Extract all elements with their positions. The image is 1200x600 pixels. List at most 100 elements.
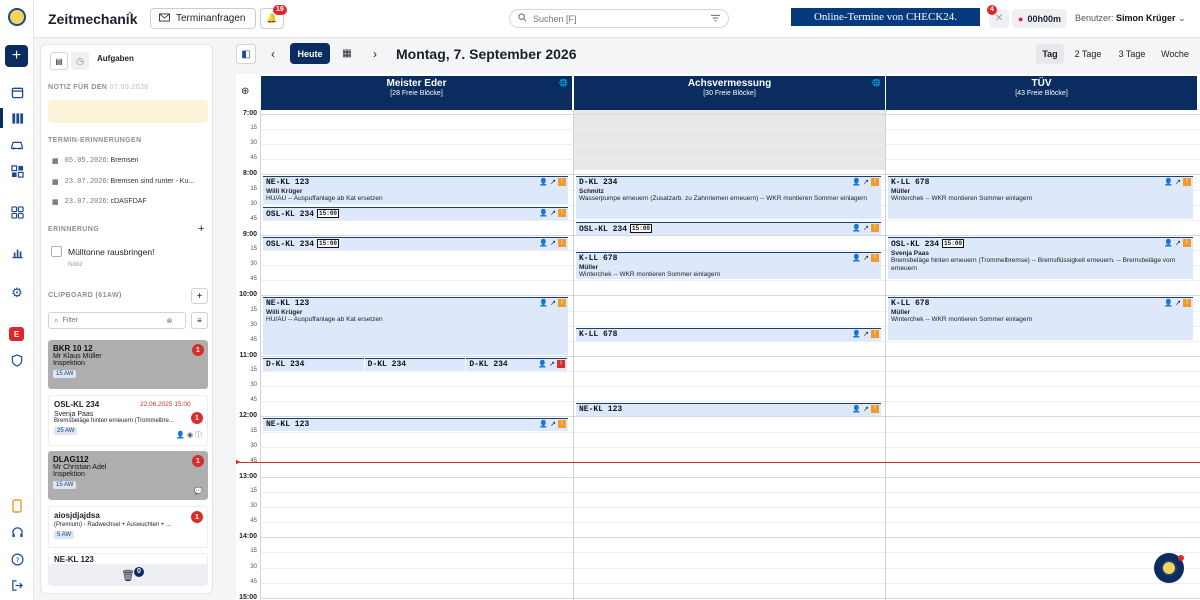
- help-icon[interactable]: ?: [7, 549, 27, 569]
- appointment[interactable]: NE-KL 123 Willi Krüger HU/AU -- Auspuffanl…: [263, 297, 568, 355]
- card-count-badge: 1: [192, 455, 204, 467]
- share-icon: ↗: [1175, 179, 1181, 187]
- time-label: 30: [250, 140, 257, 147]
- appointment[interactable]: D-KL 234 Schmitz Wasserpumpe erneuern (Zus…: [576, 176, 881, 219]
- search-field[interactable]: [509, 9, 729, 28]
- time-badge: 15:00: [317, 238, 340, 248]
- planner-columns-icon[interactable]: [7, 108, 27, 128]
- date-picker-icon[interactable]: ▦: [339, 45, 355, 61]
- search-icon: ⌕: [54, 315, 59, 325]
- appointment[interactable]: K-LL 678 Müller Winterchek -- WKR montiere…: [888, 297, 1193, 340]
- statistics-icon[interactable]: [7, 242, 27, 262]
- globe-icon[interactable]: 🌐: [559, 79, 568, 87]
- appointment[interactable]: K-LL 678 👤 ↗!: [576, 327, 881, 341]
- next-day-button[interactable]: ›: [366, 45, 384, 63]
- clipboard-card[interactable]: aiosjdjajdsa (Premium) - Radwechsel + Au…: [48, 506, 208, 548]
- trash-dropzone[interactable]: 🗑 0: [48, 564, 208, 586]
- toggle-sidebar-button[interactable]: ◧: [236, 44, 256, 64]
- search-input[interactable]: [533, 13, 705, 24]
- appointment[interactable]: K-LL 678 Müller Winterchek -- WKR montiere…: [888, 176, 1193, 219]
- user-menu[interactable]: Benutzer: Simon Krüger ⌄: [1075, 13, 1186, 24]
- appointment[interactable]: D-KL 234: [364, 357, 466, 371]
- appointment[interactable]: NE-KL 123 👤 ↗!: [576, 403, 881, 417]
- tasks-tab-label[interactable]: Aufgaben: [97, 54, 134, 63]
- appointment[interactable]: OSL-KL 234 15:00 👤 ↗!: [576, 221, 881, 235]
- note-header: NOTIZ FÜR DEN 07.09.2026: [48, 84, 149, 91]
- appointment[interactable]: NE-KL 123 Willi Krüger HU/AU -- Auspuffanl…: [263, 176, 568, 204]
- resource-column-header[interactable]: Achsvermessung [30 Freie Blöcke] 🌐: [574, 76, 885, 110]
- share-icon: ↗: [550, 209, 556, 217]
- add-clipboard-button[interactable]: +: [191, 288, 208, 304]
- workshop-name[interactable]: Zeitmechanik: [48, 11, 137, 27]
- appointment-status-icons: 👤 ↗!: [539, 178, 566, 187]
- headset-icon[interactable]: [7, 522, 27, 542]
- settings-gear-icon[interactable]: ⚙: [7, 283, 27, 303]
- clipboard-card[interactable]: DLAG112 Mr Christian Adel Inspektion 15 …: [48, 451, 208, 500]
- share-icon: ↗: [863, 255, 869, 263]
- appointment-status-icons: 👤 ↗!: [852, 329, 879, 338]
- grid-line: [260, 159, 1200, 161]
- car-icon[interactable]: [7, 135, 27, 155]
- mobile-phone-icon[interactable]: [7, 496, 27, 516]
- card-desc: (Premium) - Radwechsel + Auswuchten + ..…: [54, 522, 172, 528]
- tools-button[interactable]: ✕ 4: [987, 5, 1009, 28]
- time-label: 30: [250, 321, 257, 328]
- globe-icon[interactable]: 🌐: [872, 79, 881, 87]
- support-unread-dot: [1178, 555, 1184, 561]
- view-tab-2-days[interactable]: 2 Tage: [1067, 44, 1109, 64]
- appointment[interactable]: K-LL 678 Müller Winterchek -- WKR montiere…: [576, 252, 881, 280]
- view-tab-day[interactable]: Tag: [1036, 44, 1064, 64]
- notifications-button[interactable]: 🔔 19: [260, 5, 287, 29]
- status-chip-icon: !: [558, 420, 566, 429]
- memo-checkbox[interactable]: [51, 246, 62, 257]
- add-memo-button[interactable]: +: [198, 223, 204, 235]
- workshop-switch-icon[interactable]: ⌃: [126, 11, 134, 22]
- app-logo[interactable]: [8, 8, 26, 26]
- reminder-item[interactable]: ▦ 05.05.2026: Bremsen: [52, 157, 139, 165]
- dashboard-icon[interactable]: [7, 161, 27, 181]
- view-tab-week[interactable]: Woche: [1155, 44, 1195, 64]
- card-name: Mr Christian Adel: [53, 464, 107, 471]
- check24-promo-banner[interactable]: Online-Termine von CHECK24.: [791, 8, 980, 26]
- appointment[interactable]: OSL-KL 234 15:00 👤 ↗!: [263, 206, 568, 220]
- reminder-item[interactable]: ▦ 23.07.2026: Bremsen sind runter - Ku..…: [52, 178, 194, 186]
- logout-icon[interactable]: [7, 575, 27, 595]
- customer-name: Müller: [579, 264, 599, 272]
- resource-column-header[interactable]: Meister Eder [28 Freie Blöcke] 🌐: [261, 76, 572, 110]
- add-button[interactable]: +: [5, 45, 28, 67]
- appointment[interactable]: OSL-KL 234 15:00 Svenja Paas Bremsbeläge hi…: [888, 236, 1193, 280]
- grid-line: [260, 129, 1200, 131]
- calendar-icon: ▦: [52, 179, 59, 186]
- clock-tab-icon[interactable]: ◷: [71, 52, 89, 70]
- job-description: HU/AU -- Auspuffanlage ab Kat ersetzen: [266, 316, 383, 324]
- job-description: Winterchek -- WKR montieren Sommer einla…: [891, 195, 1033, 203]
- resource-column-header[interactable]: TÜV [43 Freie Blöcke]: [886, 76, 1197, 110]
- previous-day-button[interactable]: ‹: [264, 45, 282, 63]
- sort-filter-icon[interactable]: ≡: [191, 312, 208, 329]
- apps-grid-icon[interactable]: [7, 202, 27, 222]
- view-tab-3-days[interactable]: 3 Tage: [1111, 44, 1153, 64]
- clipboard-tab-icon[interactable]: ▤: [50, 52, 68, 70]
- today-button[interactable]: Heute: [290, 43, 330, 64]
- termin-requests-button[interactable]: Terminanfragen: [150, 8, 257, 29]
- time-tracker[interactable]: ● 00h00m: [1012, 9, 1067, 28]
- reminder-item[interactable]: ▦ 23.07.2026: cDASFDAF: [52, 198, 147, 206]
- note-textarea[interactable]: [48, 100, 208, 123]
- clipboard-filter-input[interactable]: [62, 317, 163, 324]
- clear-filter-icon[interactable]: ⊗: [166, 317, 172, 325]
- filter-icon[interactable]: [711, 14, 720, 24]
- appointment[interactable]: D-KL 234: [263, 357, 364, 371]
- clipboard-card[interactable]: BKR 10 12 Mr Klaus Müller Inspektion 15 …: [48, 340, 208, 389]
- user-name: Simon Krüger: [1116, 13, 1176, 23]
- clipboard-card[interactable]: OSL-KL 234 22.06.2025 15:00 Svenja Paas …: [48, 395, 208, 446]
- e-badge-icon[interactable]: E: [9, 327, 24, 341]
- shield-icon[interactable]: [7, 350, 27, 370]
- card-title: NE-KL 123: [54, 555, 94, 564]
- appointment[interactable]: NE-KL 123 👤 ↗!: [263, 418, 568, 432]
- grid-line: [260, 446, 1200, 448]
- clipboard-filter-field[interactable]: ⌕ ⊗: [48, 312, 186, 329]
- calendar-icon[interactable]: [7, 82, 27, 102]
- zoom-icon[interactable]: ⊕: [241, 86, 249, 97]
- appointment[interactable]: D-KL 234 👤 ↗!: [466, 357, 567, 371]
- appointment[interactable]: OSL-KL 234 15:00 👤 ↗!: [263, 236, 568, 250]
